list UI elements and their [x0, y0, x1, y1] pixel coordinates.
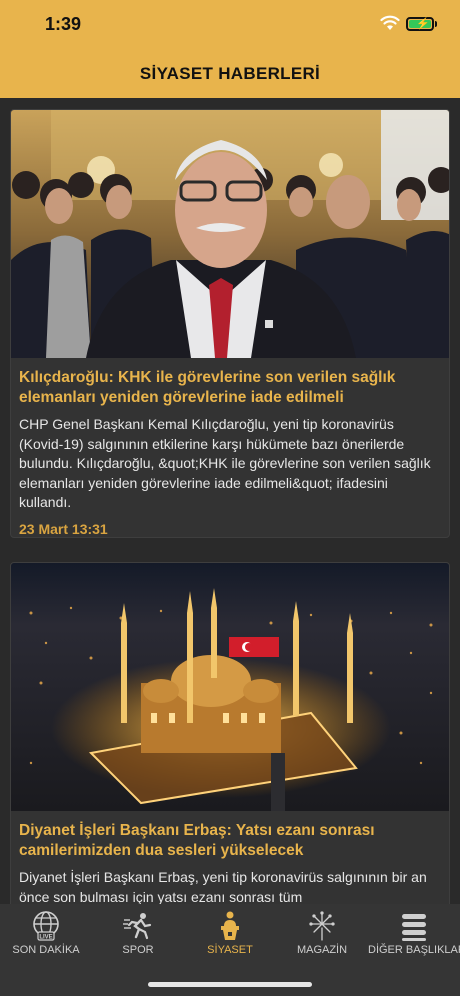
- news-feed[interactable]: Kılıçdaroğlu: KHK ile görevlerine son ve…: [0, 98, 460, 904]
- runner-icon: [123, 913, 152, 940]
- podium-speaker-icon: [221, 911, 239, 940]
- globe-live-icon: LIVE: [33, 911, 59, 941]
- tab-label: SPOR: [122, 944, 154, 956]
- tab-spor[interactable]: SPOR: [92, 904, 184, 966]
- wifi-icon: [380, 15, 400, 30]
- article-summary: CHP Genel Başkanı Kemal Kılıçdaroğlu, ye…: [19, 416, 431, 510]
- nav-bar: SİYASET HABERLERİ: [0, 48, 460, 98]
- fireworks-icon: [309, 911, 335, 941]
- svg-text:LIVE: LIVE: [39, 935, 52, 941]
- battery-icon: ⚡: [406, 17, 434, 31]
- tab-label: SİYASET: [207, 944, 253, 956]
- tab-label: DİĞER BAŞLIKLAR: [368, 944, 460, 956]
- article-date: 23 Mart 13:31: [19, 520, 108, 537]
- tab-siyaset[interactable]: SİYASET: [184, 904, 276, 966]
- article-summary: Diyanet İşleri Başkanı Erbaş, yeni tip k…: [19, 869, 427, 904]
- article-image[interactable]: [11, 110, 449, 358]
- battery-cap: [435, 21, 437, 27]
- article-image[interactable]: [11, 563, 449, 811]
- tab-diger-basliklar[interactable]: DİĞER BAŞLIKLAR: [368, 904, 460, 966]
- news-card[interactable]: Diyanet İşleri Başkanı Erbaş: Yatsı ezan…: [10, 562, 450, 904]
- tab-label: SON DAKİKA: [12, 944, 80, 956]
- politician-photo: [11, 110, 449, 358]
- tab-magazin[interactable]: MAGAZİN: [276, 904, 368, 966]
- article-headline[interactable]: Kılıçdaroğlu: KHK ile görevlerine son ve…: [11, 358, 449, 408]
- status-time: 1:39: [45, 14, 82, 34]
- page-title: SİYASET HABERLERİ: [139, 64, 321, 83]
- tab-label: MAGAZİN: [296, 944, 348, 956]
- list-icon: [402, 914, 426, 941]
- status-bar: 1:39 ⚡: [0, 0, 460, 48]
- news-card[interactable]: Kılıçdaroğlu: KHK ile görevlerine son ve…: [10, 109, 450, 538]
- home-indicator[interactable]: [148, 982, 312, 987]
- tab-son-dakika[interactable]: LIVE SON DAKİKA: [0, 904, 92, 966]
- article-headline[interactable]: Diyanet İşleri Başkanı Erbaş: Yatsı ezan…: [11, 811, 449, 861]
- mosque-night-photo: [11, 563, 449, 811]
